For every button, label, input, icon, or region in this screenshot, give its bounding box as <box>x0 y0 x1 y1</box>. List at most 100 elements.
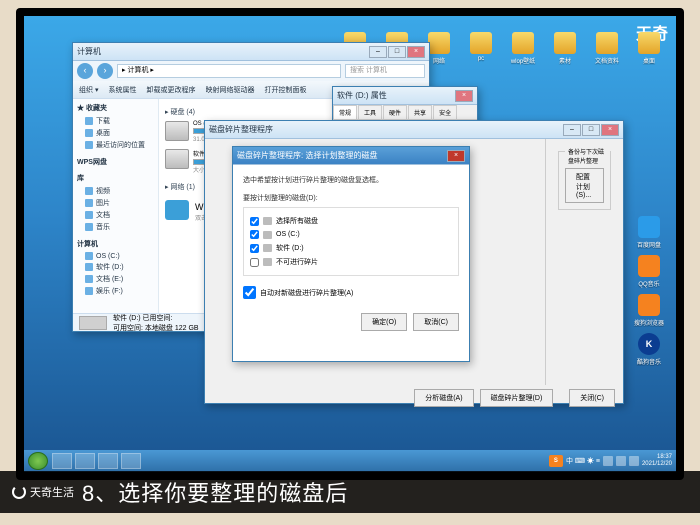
explorer-titlebar[interactable]: 计算机 – □ × <box>73 43 429 61</box>
nav-item[interactable]: OS (C:) <box>77 251 154 261</box>
nav-item[interactable]: 音乐 <box>77 221 154 233</box>
tab-共享[interactable]: 共享 <box>408 105 432 119</box>
toolbar-item[interactable]: 映射网络驱动器 <box>205 85 254 95</box>
dialog-group-label: 要按计划整理的磁盘(D): <box>243 193 459 203</box>
drive-icon <box>263 231 272 239</box>
nav-item[interactable]: 图片 <box>77 197 154 209</box>
tab-常规[interactable]: 常规 <box>333 105 357 119</box>
tab-工具[interactable]: 工具 <box>358 105 382 119</box>
nav-item[interactable]: 最近访问的位置 <box>77 139 154 151</box>
desktop-icon[interactable]: 百度网盘 <box>630 216 668 249</box>
disk-checkbox[interactable]: 软件 (D:) <box>250 241 452 255</box>
disk-checkbox-group: 选择所有磁盘OS (C:)软件 (D:)不可进行碎片 <box>243 207 459 276</box>
tray-icon[interactable] <box>629 456 639 466</box>
nav-item[interactable]: 娱乐 (F:) <box>77 285 154 297</box>
back-button[interactable]: ‹ <box>77 63 93 79</box>
nav-header[interactable]: ★ 收藏夹 <box>77 103 154 113</box>
checkbox-input[interactable] <box>250 258 259 267</box>
dialog-titlebar[interactable]: 磁盘碎片整理程序: 选择计划整理的磁盘 × <box>233 147 469 165</box>
close-button[interactable]: × <box>447 150 465 162</box>
checkbox-input[interactable] <box>250 217 259 226</box>
minimize-button[interactable]: – <box>369 46 387 58</box>
auto-defrag-checkbox[interactable]: 自动对新磁盘进行碎片整理(A) <box>243 286 459 299</box>
checkbox-input[interactable] <box>243 286 256 299</box>
nav-header[interactable]: WPS网盘 <box>77 157 154 167</box>
maximize-button[interactable]: □ <box>388 46 406 58</box>
taskbar-icon[interactable] <box>52 453 72 469</box>
configure-schedule-button[interactable]: 配置计划(S)... <box>565 168 604 203</box>
sogou-icon[interactable]: S <box>549 455 563 467</box>
disk-checkbox[interactable]: OS (C:) <box>250 228 452 241</box>
nav-item[interactable]: 下载 <box>77 115 154 127</box>
desktop-icon[interactable]: 素材 <box>546 32 584 65</box>
drive-icon <box>263 217 272 225</box>
nav-item[interactable]: 软件 (D:) <box>77 261 154 273</box>
desktop-icon[interactable]: QQ音乐 <box>630 255 668 288</box>
icon-label: 文档资料 <box>588 56 626 65</box>
maximize-button[interactable]: □ <box>582 124 600 136</box>
minimize-button[interactable]: – <box>563 124 581 136</box>
nav-header[interactable]: 库 <box>77 173 154 183</box>
cancel-button[interactable]: 取消(C) <box>413 313 459 331</box>
nav-pane: ★ 收藏夹下载桌面最近访问的位置 WPS网盘库视频图片文档音乐计算机 OS (C:)… <box>73 99 159 313</box>
desktop-icon[interactable]: 桌面 <box>630 32 668 65</box>
close-button[interactable]: × <box>407 46 425 58</box>
toolbar-item[interactable]: 打开控制面板 <box>264 85 306 95</box>
caption-text: 8、选择你要整理的磁盘后 <box>82 476 700 508</box>
taskbar-icon[interactable] <box>75 453 95 469</box>
nav-icon <box>85 252 93 260</box>
start-button[interactable] <box>28 452 48 470</box>
desktop-icon[interactable]: K酷狗音乐 <box>630 333 668 366</box>
desktop-icon[interactable]: 搜狗浏览器 <box>630 294 668 327</box>
schedule-label: 备份与下次磁盘碎片整理 <box>565 147 610 165</box>
search-input[interactable]: 搜索 计算机 <box>345 64 425 78</box>
nav-item[interactable]: 文档 <box>77 209 154 221</box>
clock-time: 18:37 <box>642 454 672 461</box>
checkbox-input[interactable] <box>250 230 259 239</box>
auto-label: 自动对新磁盘进行碎片整理(A) <box>260 288 353 298</box>
nav-item[interactable]: 文档 (E:) <box>77 273 154 285</box>
folder-icon <box>512 32 534 54</box>
desktop-icon[interactable]: wlop壁纸 <box>504 32 542 65</box>
taskbar-icon[interactable] <box>121 453 141 469</box>
nav-item[interactable]: 视频 <box>77 185 154 197</box>
nav-header[interactable]: 计算机 <box>77 239 154 249</box>
nav-icon <box>85 211 93 219</box>
disk-checkbox[interactable]: 不可进行碎片 <box>250 255 452 269</box>
defrag-button[interactable]: 磁盘碎片整理(D) <box>480 389 554 407</box>
close-button[interactable]: × <box>601 124 619 136</box>
disk-checkbox[interactable]: 选择所有磁盘 <box>250 214 452 228</box>
system-tray: S 中 ⌨ ☀ ≡ 18:37 2021/12/20 <box>549 454 672 467</box>
dialog-title: 磁盘碎片整理程序: 选择计划整理的磁盘 <box>237 150 447 161</box>
defrag-titlebar[interactable]: 磁盘碎片整理程序 – □ × <box>205 121 623 139</box>
brand-text: 天奇生活 <box>30 484 74 500</box>
clock[interactable]: 18:37 2021/12/20 <box>642 454 672 467</box>
tab-硬件[interactable]: 硬件 <box>383 105 407 119</box>
address-input[interactable]: ▸ 计算机 ▸ <box>117 64 341 78</box>
tab-安全[interactable]: 安全 <box>433 105 457 119</box>
logo-icon <box>12 485 26 499</box>
explorer-title: 计算机 <box>77 46 369 57</box>
desktop-icon[interactable]: pc <box>462 32 500 65</box>
forward-button[interactable]: › <box>97 63 113 79</box>
icon-label: wlop壁纸 <box>504 56 542 65</box>
tray-icon[interactable] <box>603 456 613 466</box>
desktop-icon[interactable]: 文档资料 <box>588 32 626 65</box>
toolbar-item[interactable]: 组织 ▾ <box>79 85 98 95</box>
ok-button[interactable]: 确定(O) <box>361 313 407 331</box>
analyze-button[interactable]: 分析磁盘(A) <box>414 389 473 407</box>
checkbox-input[interactable] <box>250 244 259 253</box>
close-button[interactable]: 关闭(C) <box>569 389 615 407</box>
tray-icon[interactable] <box>616 456 626 466</box>
toolbar-item[interactable]: 卸载或更改程序 <box>146 85 195 95</box>
toolbar-item[interactable]: 系统属性 <box>108 85 136 95</box>
taskbar-icon[interactable] <box>98 453 118 469</box>
props-tabs: 常规工具硬件共享安全 <box>333 105 477 120</box>
props-titlebar[interactable]: 软件 (D:) 属性 × <box>333 87 477 105</box>
drive-icon <box>165 149 189 169</box>
dialog-desc: 选中希望按计划进行碎片整理的磁盘复选框。 <box>243 175 459 185</box>
folder-icon <box>638 32 660 54</box>
desktop: 天奇 计算机回收站网络pcwlop壁纸素材文档资料桌面 腾讯QQ百度网盘微信QQ… <box>24 16 676 472</box>
close-button[interactable]: × <box>455 90 473 102</box>
nav-item[interactable]: 桌面 <box>77 127 154 139</box>
